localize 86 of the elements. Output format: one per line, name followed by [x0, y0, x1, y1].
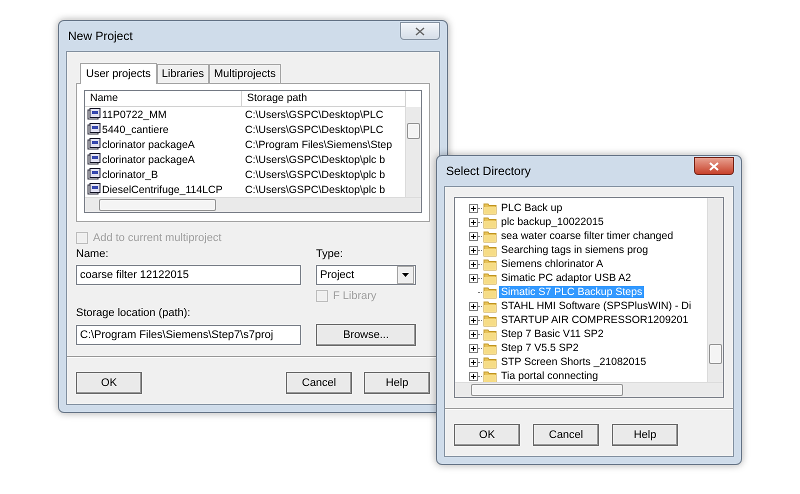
- folder-name[interactable]: STP Screen Shorts _21082015: [499, 356, 648, 368]
- vertical-scrollbar[interactable]: [405, 107, 421, 197]
- project-name[interactable]: clorinator packageA: [102, 138, 195, 150]
- expand-icon[interactable]: [469, 358, 478, 366]
- folder-icon: [483, 314, 497, 326]
- table-cell-text: C:\Users\GSPC\Desktop\PLC: [244, 124, 384, 136]
- project-icon: [87, 123, 101, 136]
- folder-icon: [483, 202, 497, 214]
- table-cell-text: C:\Program Files\Siemens\Step: [244, 138, 392, 150]
- project-icon: [87, 183, 101, 196]
- project-name[interactable]: clorinator packageA: [102, 154, 195, 166]
- project-icon: [87, 108, 101, 121]
- project-name[interactable]: DieselCentrifuge_114LCP: [102, 184, 223, 196]
- expand-icon[interactable]: [469, 302, 478, 310]
- table-cell-text: C:\Users\GSPC\Desktop\plc b: [244, 168, 386, 180]
- browse-button[interactable]: Browse...: [316, 324, 416, 346]
- folder-name[interactable]: plc backup_10022015: [499, 216, 606, 228]
- project-icon: [87, 153, 101, 166]
- cancel-button[interactable]: Cancel: [286, 372, 352, 394]
- folder-icon: [483, 300, 497, 312]
- folder-name[interactable]: Searching tags in siemens prog: [499, 244, 650, 256]
- cancel-button[interactable]: Cancel: [533, 424, 599, 446]
- folder-name[interactable]: STAHL HMI Software (SPSPlusWIN) - Di: [499, 300, 694, 312]
- expand-icon[interactable]: [469, 246, 478, 254]
- project-name[interactable]: 5440_cantiere: [102, 124, 169, 136]
- folder-name[interactable]: Siemens chlorinator A: [499, 258, 606, 270]
- folder-icon: [483, 342, 497, 354]
- expand-icon[interactable]: [469, 316, 478, 324]
- table-cell-text: C:\Users\GSPC\Desktop\plc b: [244, 184, 386, 196]
- caret-icon: [402, 273, 409, 277]
- folder-icon: [483, 272, 497, 284]
- folder-icon: [483, 370, 497, 382]
- field-label: Type:: [316, 248, 344, 260]
- project-icon: [87, 138, 101, 151]
- expand-icon[interactable]: [469, 372, 478, 380]
- expand-icon[interactable]: [469, 260, 478, 268]
- checkbox-label: Add to current multiproject: [93, 232, 222, 244]
- horizontal-scrollbar[interactable]: [85, 197, 421, 212]
- folder-icon: [483, 286, 497, 298]
- storage-path-field[interactable]: C:\Program Files\Siemens\Step7\s7proj: [76, 325, 301, 345]
- name-field[interactable]: coarse filter 12122015: [76, 265, 301, 285]
- expand-icon[interactable]: [469, 330, 478, 338]
- folder-icon: [483, 244, 497, 256]
- folder-icon: [483, 230, 497, 242]
- tab[interactable]: Libraries: [156, 64, 209, 83]
- folder-name[interactable]: Simatic PC adaptor USB A2: [499, 272, 634, 284]
- table-cell-text: C:\Users\GSPC\Desktop\plc b: [244, 154, 386, 166]
- project-name[interactable]: clorinator_B: [102, 168, 158, 180]
- folder-name[interactable]: Step 7 V5.5 SP2: [499, 342, 581, 354]
- close-button[interactable]: [400, 22, 440, 40]
- ok-button[interactable]: OK: [76, 372, 142, 394]
- expand-icon[interactable]: [469, 232, 478, 240]
- help-button[interactable]: Help: [612, 424, 678, 446]
- folder-icon: [483, 258, 497, 270]
- folder-name[interactable]: STARTUP AIR COMPRESSOR1209201: [499, 314, 690, 326]
- expand-icon[interactable]: [469, 218, 478, 226]
- window-title: New Project: [67, 29, 133, 43]
- folder-name[interactable]: PLC Back up: [499, 202, 564, 214]
- window-title: Select Directory: [445, 164, 531, 178]
- field-label: Storage location (path):: [76, 307, 192, 319]
- close-icon: [415, 26, 425, 36]
- project-name[interactable]: 11P0722_MM: [102, 108, 167, 120]
- tab[interactable]: Multiprojects: [208, 64, 281, 83]
- type-dropdown[interactable]: Project: [316, 265, 416, 285]
- folder-name[interactable]: Step 7 Basic V11 SP2: [499, 328, 606, 340]
- column-header[interactable]: Name: [85, 91, 242, 106]
- folder-icon: [483, 216, 497, 228]
- folder-icon: [483, 328, 497, 340]
- project-icon: [87, 168, 101, 181]
- expand-icon[interactable]: [469, 204, 478, 212]
- table-cell-text: C:\Users\GSPC\Desktop\PLC: [244, 108, 384, 120]
- column-header[interactable]: Storage path: [242, 91, 406, 106]
- checkbox-label: F Library: [333, 290, 376, 302]
- expand-icon[interactable]: [469, 344, 478, 352]
- tab[interactable]: User projects: [80, 63, 157, 84]
- field-label: Name:: [76, 248, 110, 260]
- vertical-scrollbar[interactable]: [707, 198, 723, 382]
- folder-name[interactable]: Tia portal connecting: [499, 370, 600, 382]
- horizontal-scrollbar[interactable]: [455, 382, 723, 397]
- close-button[interactable]: [694, 157, 734, 175]
- folder-name[interactable]: sea water coarse filter timer changed: [499, 230, 676, 242]
- folder-icon: [483, 356, 497, 368]
- close-icon: [709, 162, 719, 170]
- help-button[interactable]: Help: [364, 372, 430, 394]
- expand-icon[interactable]: [469, 274, 478, 282]
- ok-button[interactable]: OK: [454, 424, 520, 446]
